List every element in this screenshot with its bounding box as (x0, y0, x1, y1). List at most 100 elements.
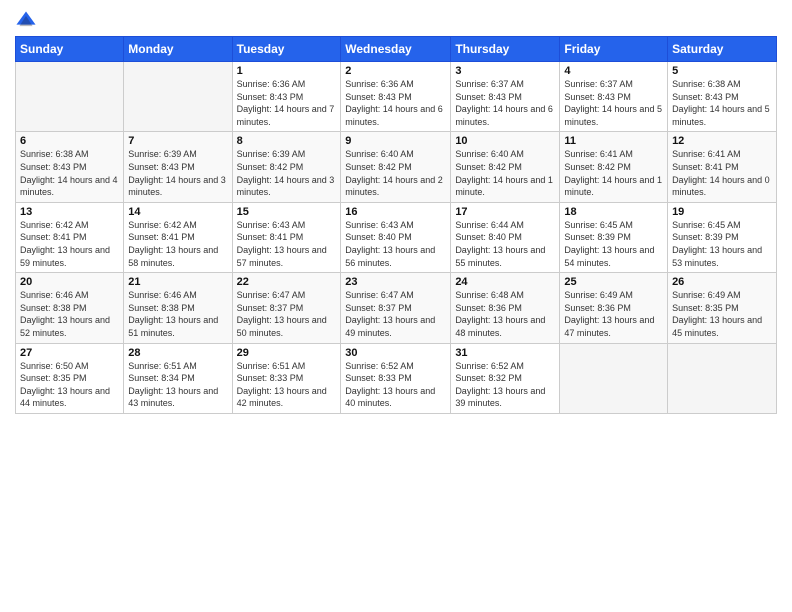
day-info: Sunrise: 6:49 AM Sunset: 8:36 PM Dayligh… (564, 289, 663, 339)
day-info: Sunrise: 6:41 AM Sunset: 8:41 PM Dayligh… (672, 148, 772, 198)
day-info: Sunrise: 6:46 AM Sunset: 8:38 PM Dayligh… (128, 289, 227, 339)
day-info: Sunrise: 6:36 AM Sunset: 8:43 PM Dayligh… (237, 78, 337, 128)
calendar-cell: 22Sunrise: 6:47 AM Sunset: 8:37 PM Dayli… (232, 273, 341, 343)
day-info: Sunrise: 6:40 AM Sunset: 8:42 PM Dayligh… (455, 148, 555, 198)
day-number: 7 (128, 135, 227, 147)
calendar-cell: 28Sunrise: 6:51 AM Sunset: 8:34 PM Dayli… (124, 343, 232, 413)
day-info: Sunrise: 6:39 AM Sunset: 8:43 PM Dayligh… (128, 148, 227, 198)
calendar-cell (124, 62, 232, 132)
weekday-header: Monday (124, 37, 232, 62)
calendar-cell: 1Sunrise: 6:36 AM Sunset: 8:43 PM Daylig… (232, 62, 341, 132)
week-row: 13Sunrise: 6:42 AM Sunset: 8:41 PM Dayli… (16, 202, 777, 272)
calendar-cell: 8Sunrise: 6:39 AM Sunset: 8:42 PM Daylig… (232, 132, 341, 202)
calendar: SundayMondayTuesdayWednesdayThursdayFrid… (15, 36, 777, 414)
day-info: Sunrise: 6:42 AM Sunset: 8:41 PM Dayligh… (128, 219, 227, 269)
weekday-header-row: SundayMondayTuesdayWednesdayThursdayFrid… (16, 37, 777, 62)
logo (15, 10, 41, 32)
header (15, 10, 777, 32)
calendar-cell: 7Sunrise: 6:39 AM Sunset: 8:43 PM Daylig… (124, 132, 232, 202)
day-number: 24 (455, 276, 555, 288)
calendar-cell: 14Sunrise: 6:42 AM Sunset: 8:41 PM Dayli… (124, 202, 232, 272)
day-number: 3 (455, 65, 555, 77)
week-row: 27Sunrise: 6:50 AM Sunset: 8:35 PM Dayli… (16, 343, 777, 413)
day-number: 22 (237, 276, 337, 288)
day-number: 20 (20, 276, 119, 288)
day-info: Sunrise: 6:46 AM Sunset: 8:38 PM Dayligh… (20, 289, 119, 339)
weekday-header: Wednesday (341, 37, 451, 62)
calendar-cell: 26Sunrise: 6:49 AM Sunset: 8:35 PM Dayli… (668, 273, 777, 343)
calendar-cell: 31Sunrise: 6:52 AM Sunset: 8:32 PM Dayli… (451, 343, 560, 413)
calendar-cell: 20Sunrise: 6:46 AM Sunset: 8:38 PM Dayli… (16, 273, 124, 343)
week-row: 6Sunrise: 6:38 AM Sunset: 8:43 PM Daylig… (16, 132, 777, 202)
calendar-cell: 19Sunrise: 6:45 AM Sunset: 8:39 PM Dayli… (668, 202, 777, 272)
calendar-cell: 17Sunrise: 6:44 AM Sunset: 8:40 PM Dayli… (451, 202, 560, 272)
day-number: 21 (128, 276, 227, 288)
week-row: 1Sunrise: 6:36 AM Sunset: 8:43 PM Daylig… (16, 62, 777, 132)
day-info: Sunrise: 6:38 AM Sunset: 8:43 PM Dayligh… (20, 148, 119, 198)
calendar-cell (560, 343, 668, 413)
day-info: Sunrise: 6:51 AM Sunset: 8:33 PM Dayligh… (237, 360, 337, 410)
day-info: Sunrise: 6:52 AM Sunset: 8:33 PM Dayligh… (345, 360, 446, 410)
weekday-header: Sunday (16, 37, 124, 62)
calendar-cell: 27Sunrise: 6:50 AM Sunset: 8:35 PM Dayli… (16, 343, 124, 413)
day-number: 10 (455, 135, 555, 147)
day-number: 6 (20, 135, 119, 147)
calendar-cell: 11Sunrise: 6:41 AM Sunset: 8:42 PM Dayli… (560, 132, 668, 202)
weekday-header: Saturday (668, 37, 777, 62)
day-info: Sunrise: 6:42 AM Sunset: 8:41 PM Dayligh… (20, 219, 119, 269)
day-number: 25 (564, 276, 663, 288)
day-number: 12 (672, 135, 772, 147)
day-number: 16 (345, 206, 446, 218)
day-info: Sunrise: 6:47 AM Sunset: 8:37 PM Dayligh… (237, 289, 337, 339)
day-number: 8 (237, 135, 337, 147)
weekday-header: Friday (560, 37, 668, 62)
calendar-cell: 3Sunrise: 6:37 AM Sunset: 8:43 PM Daylig… (451, 62, 560, 132)
calendar-cell: 29Sunrise: 6:51 AM Sunset: 8:33 PM Dayli… (232, 343, 341, 413)
day-info: Sunrise: 6:52 AM Sunset: 8:32 PM Dayligh… (455, 360, 555, 410)
calendar-cell: 5Sunrise: 6:38 AM Sunset: 8:43 PM Daylig… (668, 62, 777, 132)
day-number: 17 (455, 206, 555, 218)
weekday-header: Tuesday (232, 37, 341, 62)
day-number: 29 (237, 347, 337, 359)
calendar-cell: 30Sunrise: 6:52 AM Sunset: 8:33 PM Dayli… (341, 343, 451, 413)
day-number: 28 (128, 347, 227, 359)
day-number: 18 (564, 206, 663, 218)
day-info: Sunrise: 6:45 AM Sunset: 8:39 PM Dayligh… (564, 219, 663, 269)
calendar-cell: 15Sunrise: 6:43 AM Sunset: 8:41 PM Dayli… (232, 202, 341, 272)
day-number: 14 (128, 206, 227, 218)
calendar-cell: 10Sunrise: 6:40 AM Sunset: 8:42 PM Dayli… (451, 132, 560, 202)
day-number: 30 (345, 347, 446, 359)
day-info: Sunrise: 6:39 AM Sunset: 8:42 PM Dayligh… (237, 148, 337, 198)
calendar-cell: 16Sunrise: 6:43 AM Sunset: 8:40 PM Dayli… (341, 202, 451, 272)
day-number: 19 (672, 206, 772, 218)
calendar-cell: 24Sunrise: 6:48 AM Sunset: 8:36 PM Dayli… (451, 273, 560, 343)
day-info: Sunrise: 6:41 AM Sunset: 8:42 PM Dayligh… (564, 148, 663, 198)
day-info: Sunrise: 6:38 AM Sunset: 8:43 PM Dayligh… (672, 78, 772, 128)
day-number: 1 (237, 65, 337, 77)
calendar-cell: 23Sunrise: 6:47 AM Sunset: 8:37 PM Dayli… (341, 273, 451, 343)
day-info: Sunrise: 6:51 AM Sunset: 8:34 PM Dayligh… (128, 360, 227, 410)
calendar-cell: 13Sunrise: 6:42 AM Sunset: 8:41 PM Dayli… (16, 202, 124, 272)
week-row: 20Sunrise: 6:46 AM Sunset: 8:38 PM Dayli… (16, 273, 777, 343)
day-number: 4 (564, 65, 663, 77)
calendar-cell: 18Sunrise: 6:45 AM Sunset: 8:39 PM Dayli… (560, 202, 668, 272)
day-number: 15 (237, 206, 337, 218)
day-number: 23 (345, 276, 446, 288)
day-info: Sunrise: 6:40 AM Sunset: 8:42 PM Dayligh… (345, 148, 446, 198)
calendar-cell: 2Sunrise: 6:36 AM Sunset: 8:43 PM Daylig… (341, 62, 451, 132)
day-info: Sunrise: 6:44 AM Sunset: 8:40 PM Dayligh… (455, 219, 555, 269)
day-info: Sunrise: 6:43 AM Sunset: 8:41 PM Dayligh… (237, 219, 337, 269)
day-number: 5 (672, 65, 772, 77)
day-number: 2 (345, 65, 446, 77)
day-info: Sunrise: 6:47 AM Sunset: 8:37 PM Dayligh… (345, 289, 446, 339)
day-info: Sunrise: 6:45 AM Sunset: 8:39 PM Dayligh… (672, 219, 772, 269)
calendar-cell: 25Sunrise: 6:49 AM Sunset: 8:36 PM Dayli… (560, 273, 668, 343)
day-info: Sunrise: 6:37 AM Sunset: 8:43 PM Dayligh… (564, 78, 663, 128)
logo-icon (15, 10, 37, 32)
calendar-cell: 12Sunrise: 6:41 AM Sunset: 8:41 PM Dayli… (668, 132, 777, 202)
day-number: 26 (672, 276, 772, 288)
calendar-cell: 9Sunrise: 6:40 AM Sunset: 8:42 PM Daylig… (341, 132, 451, 202)
day-info: Sunrise: 6:43 AM Sunset: 8:40 PM Dayligh… (345, 219, 446, 269)
day-info: Sunrise: 6:49 AM Sunset: 8:35 PM Dayligh… (672, 289, 772, 339)
day-info: Sunrise: 6:50 AM Sunset: 8:35 PM Dayligh… (20, 360, 119, 410)
